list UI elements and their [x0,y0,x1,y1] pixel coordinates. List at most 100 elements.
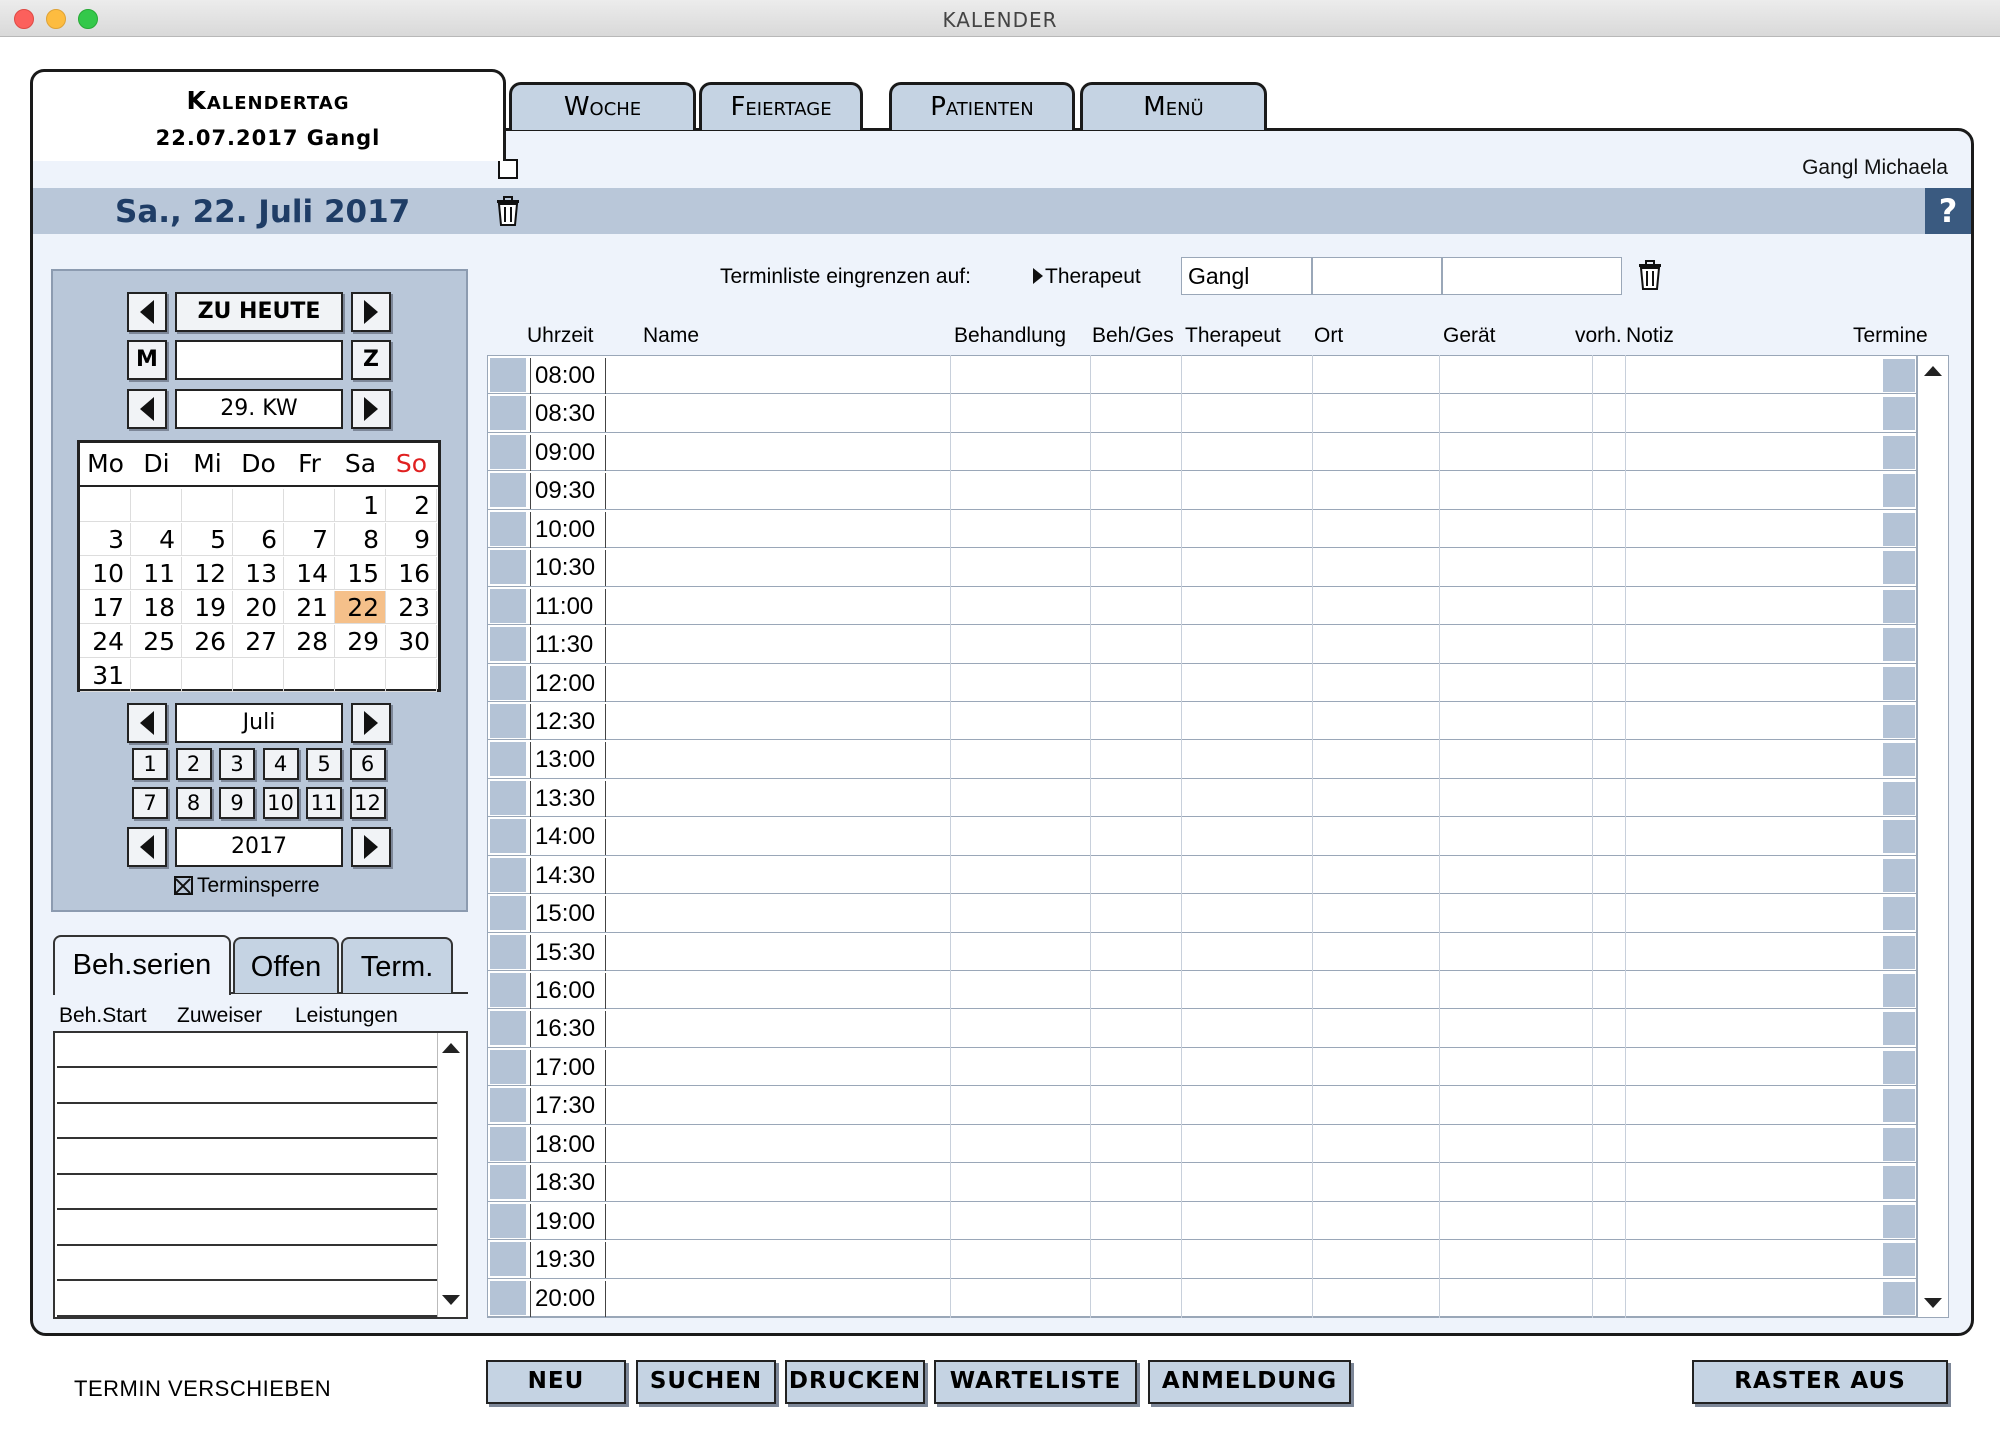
termine-cell[interactable] [1883,781,1915,815]
day-cell[interactable]: 10 [80,557,131,590]
time-slot-row[interactable]: 12:30 [488,702,1916,741]
time-slot-row[interactable]: 11:00 [488,587,1916,626]
termine-cell[interactable] [1883,628,1915,662]
day-cell[interactable]: 17 [80,591,131,624]
row-select-cell[interactable] [490,857,526,892]
tab-offen[interactable]: Offen [233,937,339,993]
termine-cell[interactable] [1883,397,1915,431]
tab-beh-serien[interactable]: Beh.serien [53,935,231,995]
schedule-scrollbar[interactable] [1917,355,1949,1318]
series-scrollbar[interactable] [437,1033,465,1317]
time-slot-row[interactable]: 17:00 [488,1048,1916,1087]
month-button-3[interactable]: 3 [219,748,255,780]
row-select-cell[interactable] [490,742,526,777]
day-cell[interactable]: 5 [182,523,233,556]
time-slot-row[interactable]: 09:30 [488,471,1916,510]
termine-cell[interactable] [1883,1204,1915,1238]
series-row[interactable] [57,1210,437,1246]
tab-menue[interactable]: Menü [1080,82,1267,130]
suchen-button[interactable]: SUCHEN [636,1360,776,1404]
z-button[interactable]: Z [351,340,391,380]
row-select-cell[interactable] [490,1165,526,1200]
trash-icon[interactable] [495,196,521,231]
time-slot-row[interactable]: 18:00 [488,1125,1916,1164]
prev-day-button[interactable] [127,292,167,332]
time-slot-row[interactable]: 13:00 [488,740,1916,779]
month-button-12[interactable]: 12 [349,787,386,819]
day-cell[interactable]: 23 [386,591,437,624]
time-slot-row[interactable]: 12:00 [488,664,1916,702]
day-cell[interactable]: 29 [335,625,386,658]
day-cell[interactable]: 19 [182,591,233,624]
row-select-cell[interactable] [490,358,526,392]
select-checkbox[interactable] [498,159,518,179]
row-select-cell[interactable] [490,434,526,469]
termine-cell[interactable] [1883,435,1915,469]
time-slot-row[interactable]: 11:30 [488,625,1916,664]
termine-cell[interactable] [1883,897,1915,931]
row-select-cell[interactable] [490,973,526,1008]
scroll-up-icon[interactable] [1924,366,1942,376]
time-slot-row[interactable]: 14:30 [488,856,1916,895]
day-cell[interactable]: 30 [386,625,437,658]
termine-cell[interactable] [1883,935,1915,969]
termine-cell[interactable] [1883,1012,1915,1046]
termine-cell[interactable] [1883,666,1915,700]
time-slot-row[interactable]: 10:00 [488,510,1916,549]
time-slot-row[interactable]: 15:00 [488,894,1916,933]
termine-cell[interactable] [1883,359,1915,392]
row-select-cell[interactable] [490,934,526,969]
time-slot-row[interactable]: 15:30 [488,933,1916,972]
day-cell[interactable]: 16 [386,557,437,590]
series-row[interactable] [57,1281,437,1317]
day-cell[interactable]: 8 [335,523,386,556]
month-button-5[interactable]: 5 [306,748,342,780]
time-slot-row[interactable]: 17:30 [488,1086,1916,1125]
filter-input-3[interactable] [1442,257,1622,295]
tab-kalendertag[interactable]: Kalendertag 22.07.2017 Gangl [30,69,506,161]
next-month-button[interactable] [351,703,391,743]
m-field[interactable] [175,340,343,380]
time-slot-row[interactable]: 08:00 [488,356,1916,395]
row-select-cell[interactable] [490,1126,526,1161]
terminsperre-toggle[interactable]: Terminsperre [174,874,320,898]
help-button[interactable]: ? [1925,188,1971,234]
termine-cell[interactable] [1883,820,1915,854]
termine-cell[interactable] [1883,704,1915,738]
raster-aus-button[interactable]: RASTER AUS [1692,1360,1948,1404]
time-slot-row[interactable]: 19:30 [488,1240,1916,1279]
row-select-cell[interactable] [490,1088,526,1123]
termine-cell[interactable] [1883,589,1915,623]
day-cell[interactable]: 15 [335,557,386,590]
month-button-7[interactable]: 7 [132,787,168,819]
row-select-cell[interactable] [490,1242,526,1277]
drucken-button[interactable]: DRUCKEN [785,1360,925,1404]
termine-cell[interactable] [1883,1281,1915,1315]
month-button-8[interactable]: 8 [175,787,212,819]
day-cell[interactable]: 14 [284,557,335,590]
series-row[interactable] [57,1175,437,1210]
prev-week-button[interactable] [127,389,167,429]
row-select-cell[interactable] [490,473,526,508]
day-cell[interactable]: 24 [80,625,131,658]
time-slot-row[interactable]: 08:30 [488,394,1916,433]
warteliste-button[interactable]: WARTELISTE [934,1360,1137,1404]
scroll-down-icon[interactable] [1924,1298,1942,1308]
tab-feiertage[interactable]: Feiertage [699,82,863,130]
day-cell[interactable]: 26 [182,625,233,658]
day-cell[interactable]: 20 [233,591,284,624]
time-slot-row[interactable]: 18:30 [488,1163,1916,1202]
month-button-6[interactable]: 6 [349,748,386,780]
today-button[interactable]: ZU HEUTE [175,292,343,332]
day-cell[interactable]: 13 [233,557,284,590]
next-year-button[interactable] [351,827,391,867]
tab-patienten[interactable]: Patienten [889,82,1075,130]
filter-field-selector[interactable]: Therapeut [1033,265,1141,289]
day-cell[interactable]: 3 [80,523,131,556]
termine-cell[interactable] [1883,1243,1915,1277]
time-slot-row[interactable]: 20:00 [488,1279,1916,1317]
series-row[interactable] [57,1139,437,1175]
day-cell[interactable]: 1 [335,489,386,522]
termine-cell[interactable] [1883,551,1915,585]
row-select-cell[interactable] [490,703,526,738]
